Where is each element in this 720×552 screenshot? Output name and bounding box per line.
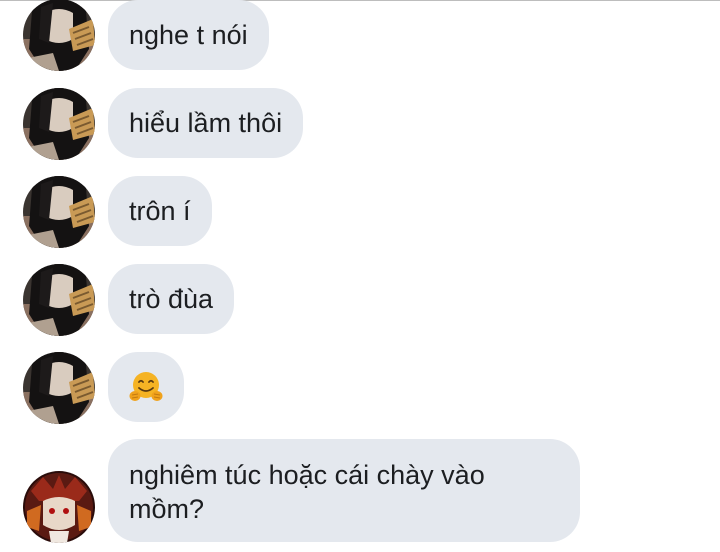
message-bubble[interactable]: trò đùa — [108, 264, 235, 334]
message-bubble[interactable]: nghe t nói — [108, 0, 269, 70]
avatar[interactable] — [23, 352, 95, 424]
message-text: nghe t nói — [129, 20, 248, 50]
hugging-face-emoji-icon — [129, 372, 163, 401]
message-thread[interactable]: nghe t nói hiểu lầm thôi trôn í trò đùa … — [0, 0, 720, 552]
avatar[interactable] — [23, 88, 95, 160]
avatar-image-icon — [23, 0, 95, 71]
avatar[interactable] — [23, 0, 95, 71]
message-text: nghiêm túc hoặc cái chày vào mồm? — [129, 460, 485, 524]
message-text: trôn í — [129, 196, 191, 226]
message-text: hiểu lầm thôi — [129, 108, 283, 138]
message-bubble[interactable]: hiểu lầm thôi — [108, 88, 304, 158]
message-bubble[interactable] — [108, 352, 184, 422]
avatar[interactable] — [23, 264, 95, 336]
avatar-image-icon — [23, 88, 95, 160]
message-bubble[interactable]: nghiêm túc hoặc cái chày vào mồm? — [108, 439, 580, 542]
avatar[interactable] — [23, 176, 95, 248]
avatar[interactable] — [23, 471, 95, 543]
avatar-image-icon — [23, 264, 95, 336]
message-text: trò đùa — [129, 284, 214, 314]
avatar-image-icon — [23, 352, 95, 424]
avatar-image-icon — [23, 176, 95, 248]
message-bubble[interactable]: trôn í — [108, 176, 212, 246]
avatar-image-icon — [23, 471, 95, 543]
